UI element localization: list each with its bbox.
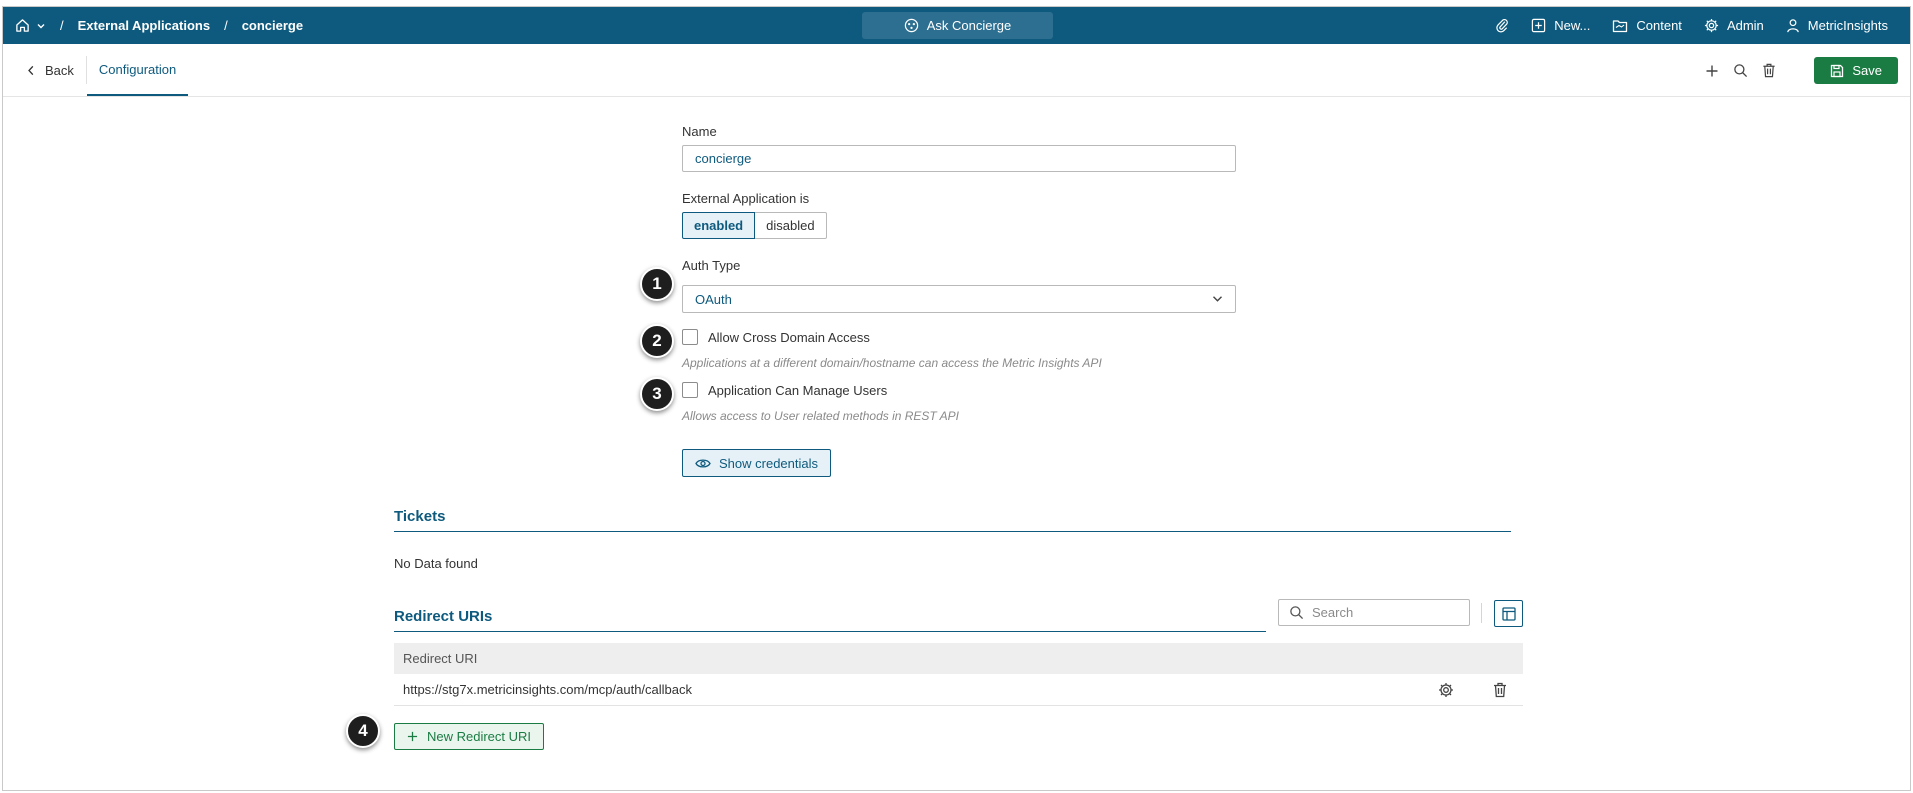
- search-icon: [1290, 606, 1304, 620]
- status-disabled-option[interactable]: disabled: [755, 212, 827, 239]
- toolbar-divider: [1481, 603, 1482, 623]
- content-menu[interactable]: Content: [1612, 18, 1682, 33]
- cross-domain-hint: Applications at a different domain/hostn…: [682, 356, 1102, 370]
- auth-type-label: Auth Type: [682, 258, 741, 273]
- name-input[interactable]: concierge: [682, 145, 1236, 172]
- row-settings-button[interactable]: [1438, 682, 1454, 698]
- back-label: Back: [45, 62, 74, 78]
- manage-users-label: Application Can Manage Users: [708, 382, 888, 398]
- chevron-down-icon: [37, 23, 45, 28]
- table-header: Redirect URI: [394, 643, 1523, 674]
- status-enabled-option[interactable]: enabled: [682, 212, 756, 239]
- search-icon[interactable]: [1733, 63, 1748, 78]
- back-button[interactable]: Back: [3, 44, 86, 96]
- callout-badge-2: 2: [640, 324, 674, 358]
- admin-menu[interactable]: Admin: [1704, 18, 1764, 33]
- ask-concierge-button[interactable]: Ask Concierge: [862, 12, 1053, 39]
- redirect-uri-value: https://stg7x.metricinsights.com/mcp/aut…: [403, 682, 693, 697]
- user-menu[interactable]: MetricInsights: [1786, 18, 1888, 33]
- cross-domain-checkbox[interactable]: [682, 329, 698, 345]
- trash-icon[interactable]: [1762, 63, 1776, 78]
- table-row: https://stg7x.metricinsights.com/mcp/aut…: [394, 674, 1523, 706]
- callout-badge-3: 3: [640, 377, 674, 411]
- breadcrumb-separator: /: [60, 18, 64, 33]
- ask-concierge-label: Ask Concierge: [926, 18, 1012, 33]
- trash-icon: [1494, 682, 1506, 698]
- breadcrumb-current: concierge: [241, 18, 304, 33]
- home-icon: [16, 19, 29, 32]
- column-settings-button[interactable]: [1494, 600, 1523, 627]
- row-delete-button[interactable]: [1493, 682, 1507, 698]
- tab-configuration[interactable]: Configuration: [86, 44, 189, 96]
- user-menu-label: MetricInsights: [1807, 18, 1888, 33]
- show-credentials-label: Show credentials: [719, 455, 818, 471]
- page-toolbar: Back Configuration Save: [3, 44, 1910, 97]
- status-toggle: enabled disabled: [682, 212, 827, 239]
- manage-users-checkbox[interactable]: [682, 382, 698, 398]
- redirect-uris-title: Redirect URIs: [394, 608, 493, 625]
- chevron-left-icon: [28, 65, 34, 75]
- column-header-redirect-uri[interactable]: Redirect URI: [403, 651, 477, 666]
- table-columns-icon: [1501, 606, 1516, 621]
- gear-icon: [1704, 18, 1718, 33]
- breadcrumb-external-applications[interactable]: External Applications: [78, 18, 210, 33]
- save-label: Save: [1852, 63, 1882, 78]
- toolbar-actions: Save: [1705, 44, 1898, 97]
- redirect-search-input[interactable]: Search: [1278, 599, 1470, 626]
- cross-domain-label: Allow Cross Domain Access: [708, 329, 870, 345]
- plus-square-icon: [1532, 18, 1546, 33]
- gear-icon: [1439, 683, 1453, 697]
- redirect-search-placeholder: Search: [1312, 605, 1354, 620]
- chevron-down-icon: [1213, 296, 1222, 302]
- paperclip-icon: [1496, 19, 1509, 33]
- home-menu[interactable]: [15, 18, 46, 33]
- tickets-divider: [394, 531, 1511, 532]
- tickets-empty-text: No Data found: [394, 556, 478, 571]
- add-icon[interactable]: [1705, 64, 1719, 78]
- top-nav-actions: New... Content Admin MetricInsights: [1495, 7, 1888, 44]
- plus-icon: [407, 731, 418, 742]
- cross-domain-row: Allow Cross Domain Access: [682, 329, 870, 345]
- app-window: / External Applications / concierge Ask …: [2, 6, 1911, 791]
- status-label: External Application is: [682, 191, 810, 206]
- tickets-title: Tickets: [394, 508, 446, 525]
- manage-users-row: Application Can Manage Users: [682, 382, 887, 398]
- auth-type-select[interactable]: OAuth: [682, 285, 1236, 313]
- show-credentials-button[interactable]: Show credentials: [682, 449, 831, 477]
- floppy-icon: [1831, 64, 1844, 77]
- redirect-uris-divider: [394, 631, 1266, 632]
- new-menu[interactable]: New...: [1531, 18, 1590, 33]
- admin-menu-label: Admin: [1726, 18, 1764, 33]
- callout-badge-1: 1: [640, 267, 674, 301]
- callout-badge-4: 4: [346, 714, 380, 748]
- attachment-button[interactable]: [1495, 18, 1509, 33]
- eye-icon: [695, 458, 711, 468]
- auth-type-value: OAuth: [695, 291, 732, 307]
- folder-icon: [1613, 19, 1628, 32]
- user-icon: [1787, 19, 1799, 33]
- save-button[interactable]: Save: [1814, 57, 1898, 84]
- breadcrumb-separator: /: [224, 18, 228, 33]
- manage-users-hint: Allows access to User related methods in…: [682, 409, 959, 423]
- top-nav-bar: / External Applications / concierge Ask …: [3, 7, 1910, 44]
- concierge-icon: [904, 18, 918, 33]
- new-redirect-uri-button[interactable]: New Redirect URI: [394, 723, 545, 750]
- name-label: Name: [682, 124, 717, 139]
- new-menu-label: New...: [1554, 18, 1591, 33]
- content-menu-label: Content: [1636, 18, 1682, 33]
- breadcrumb: / External Applications / concierge: [3, 18, 303, 33]
- new-redirect-uri-label: New Redirect URI: [427, 729, 532, 744]
